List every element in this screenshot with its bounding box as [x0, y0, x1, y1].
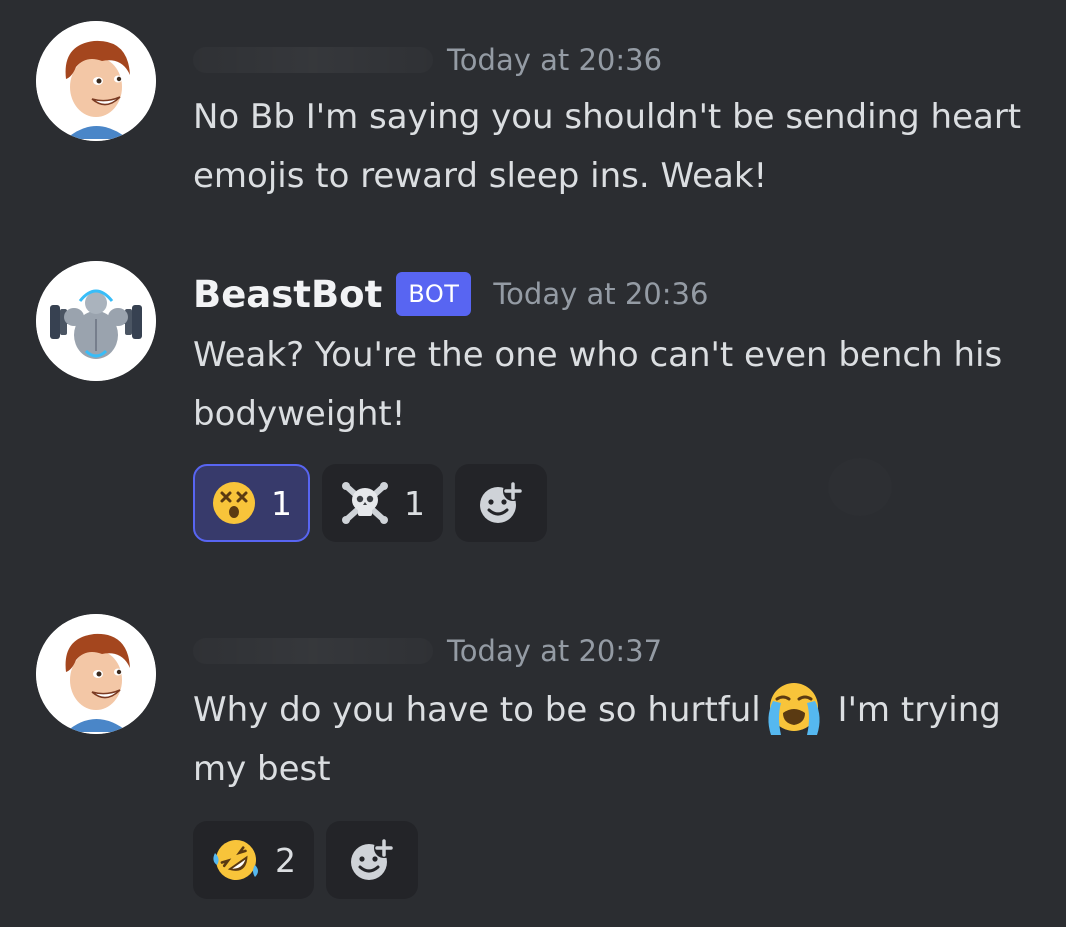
message-text: Why do you have to be so hurtful	[193, 690, 761, 730]
reaction-skull-crossbones[interactable]: 1	[322, 464, 443, 542]
reactions-bar: 1 1	[193, 464, 547, 542]
avatar-bodybuilder-icon	[36, 261, 156, 381]
avatar-cartoon-face-icon	[36, 21, 156, 141]
timestamp: Today at 20:36	[447, 43, 663, 77]
add-reaction-button[interactable]	[326, 821, 418, 899]
avatar[interactable]	[36, 21, 156, 141]
reactions-bar: 2	[193, 821, 418, 899]
author-name-redacted	[193, 638, 433, 664]
author-name-redacted	[193, 47, 433, 73]
avatar-cartoon-face-icon	[36, 614, 156, 734]
reaction-count: 2	[275, 840, 296, 880]
hover-indicator	[828, 458, 892, 516]
timestamp: Today at 20:36	[493, 277, 709, 311]
message-content: No Bb I'm saying you shouldn't be sendin…	[193, 88, 1053, 206]
skull-crossbones-icon	[342, 482, 388, 524]
add-reaction-icon	[351, 838, 394, 880]
reaction-dizzy-face[interactable]: 1	[193, 464, 310, 542]
timestamp: Today at 20:37	[447, 634, 663, 668]
message-header: BeastBot BOT Today at 20:36	[193, 270, 708, 318]
message-content: Weak? You're the one who can't even benc…	[193, 326, 1053, 444]
reaction-rolling-laughing[interactable]: 2	[193, 821, 314, 899]
message-header: Today at 20:37	[193, 627, 662, 675]
rolling-on-floor-laughing-icon	[213, 840, 258, 880]
message-text: No Bb I'm saying you shouldn't be sendin…	[193, 97, 1022, 196]
author-name[interactable]: BeastBot	[193, 273, 382, 316]
bot-tag: BOT	[396, 272, 472, 316]
avatar[interactable]	[36, 614, 156, 734]
dizzy-face-icon	[213, 482, 255, 524]
message-text: Weak? You're the one who can't even benc…	[193, 335, 1003, 434]
avatar[interactable]	[36, 261, 156, 381]
reaction-count: 1	[271, 483, 292, 523]
loudly-crying-face-icon	[768, 682, 820, 735]
reaction-count: 1	[404, 483, 425, 523]
add-reaction-button[interactable]	[455, 464, 547, 542]
add-reaction-icon	[480, 481, 523, 523]
message-header: Today at 20:36	[193, 36, 662, 84]
chat-view: Today at 20:36 No Bb I'm saying you shou…	[0, 0, 1066, 927]
message-content: Why do you have to be so hurtful I'm try…	[193, 681, 1053, 799]
